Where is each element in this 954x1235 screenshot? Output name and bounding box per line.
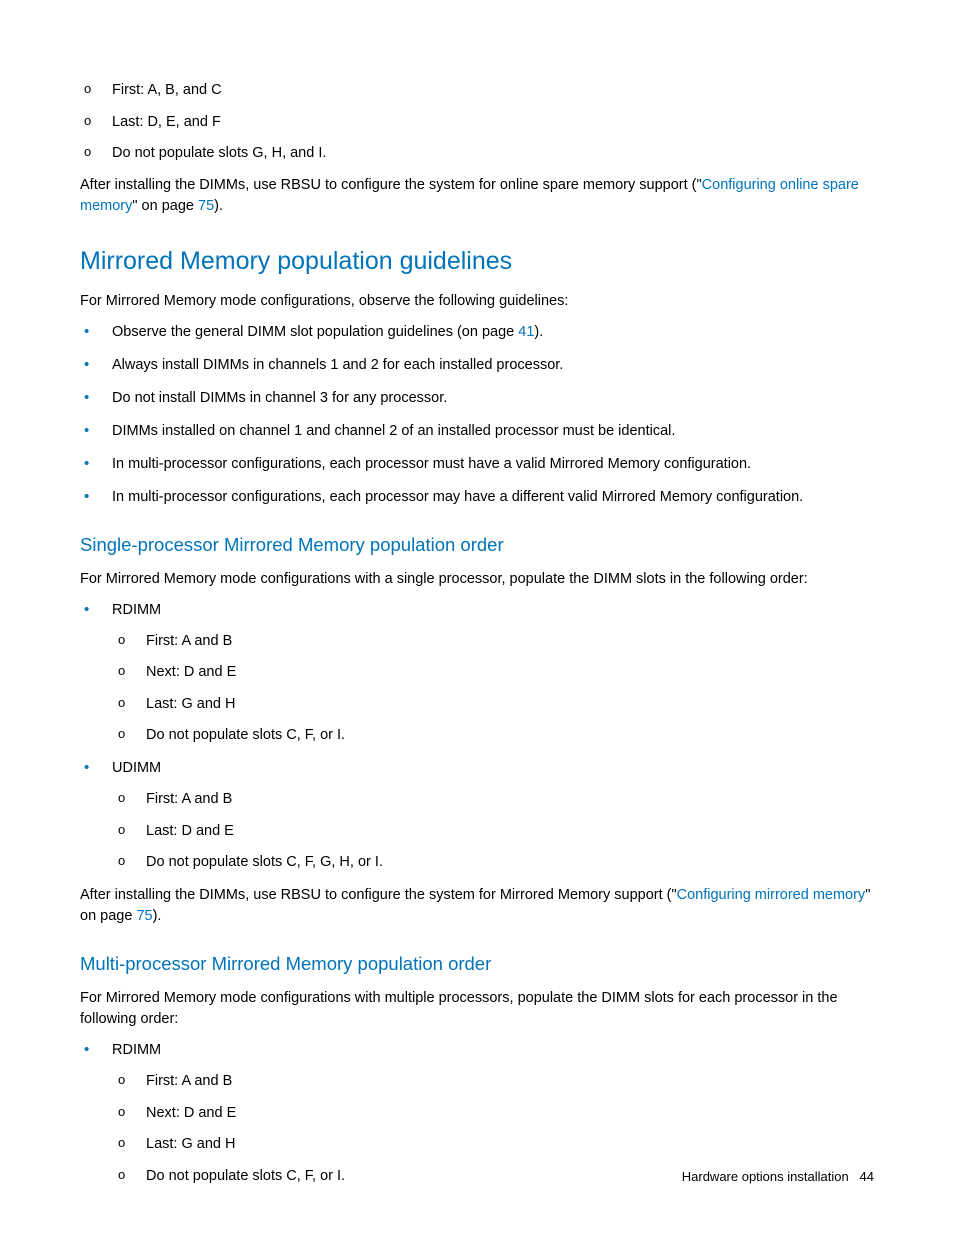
paragraph-single-intro: For Mirrored Memory mode configurations … [80,569,874,590]
list-item: Next: D and E [114,1103,874,1124]
link-page-75a[interactable]: 75 [198,198,214,214]
page-footer: Hardware options installation 44 [682,1168,874,1187]
list-item: In multi-processor configurations, each … [80,454,874,475]
list-item: Last: G and H [114,1134,874,1155]
list-item: Do not populate slots G, H, and I. [80,143,874,164]
paragraph-guidelines-intro: For Mirrored Memory mode configurations,… [80,291,874,312]
heading-mirrored-memory-guidelines: Mirrored Memory population guidelines [80,243,874,279]
paragraph-spare-memory: After installing the DIMMs, use RBSU to … [80,175,874,217]
list-item: Last: D and E [114,821,874,842]
multi-processor-list: RDIMM First: A and B Next: D and E Last:… [80,1040,874,1187]
link-configuring-mirrored-memory[interactable]: Configuring mirrored memory [677,887,866,903]
heading-multi-processor-order: Multi-processor Mirrored Memory populati… [80,951,874,978]
list-item-rdimm: RDIMM First: A and B Next: D and E Last:… [80,600,874,747]
list-item: Do not install DIMMs in channel 3 for an… [80,388,874,409]
list-item: Last: G and H [114,694,874,715]
list-item: Next: D and E [114,662,874,683]
list-item: Do not populate slots C, F, or I. [114,725,874,746]
list-item-rdimm: RDIMM First: A and B Next: D and E Last:… [80,1040,874,1187]
link-page-75b[interactable]: 75 [136,908,152,924]
list-item: In multi-processor configurations, each … [80,487,874,508]
list-item: Last: D, E, and F [80,112,874,133]
list-item: First: A, B, and C [80,80,874,101]
guidelines-list: Observe the general DIMM slot population… [80,322,874,508]
footer-page-number: 44 [860,1169,874,1184]
paragraph-multi-intro: For Mirrored Memory mode configurations … [80,988,874,1030]
paragraph-mirrored-support: After installing the DIMMs, use RBSU to … [80,885,874,927]
link-page-41[interactable]: 41 [518,324,534,340]
list-item: First: A and B [114,789,874,810]
list-item: DIMMs installed on channel 1 and channel… [80,421,874,442]
list-item-udimm: UDIMM First: A and B Last: D and E Do no… [80,758,874,873]
list-item: First: A and B [114,631,874,652]
list-item: Do not populate slots C, F, G, H, or I. [114,852,874,873]
heading-single-processor-order: Single-processor Mirrored Memory populat… [80,532,874,559]
list-item: Always install DIMMs in channels 1 and 2… [80,355,874,376]
top-sublist: First: A, B, and C Last: D, E, and F Do … [80,80,874,164]
list-item: First: A and B [114,1071,874,1092]
single-processor-list: RDIMM First: A and B Next: D and E Last:… [80,600,874,874]
footer-section: Hardware options installation [682,1169,849,1184]
list-item: Observe the general DIMM slot population… [80,322,874,343]
